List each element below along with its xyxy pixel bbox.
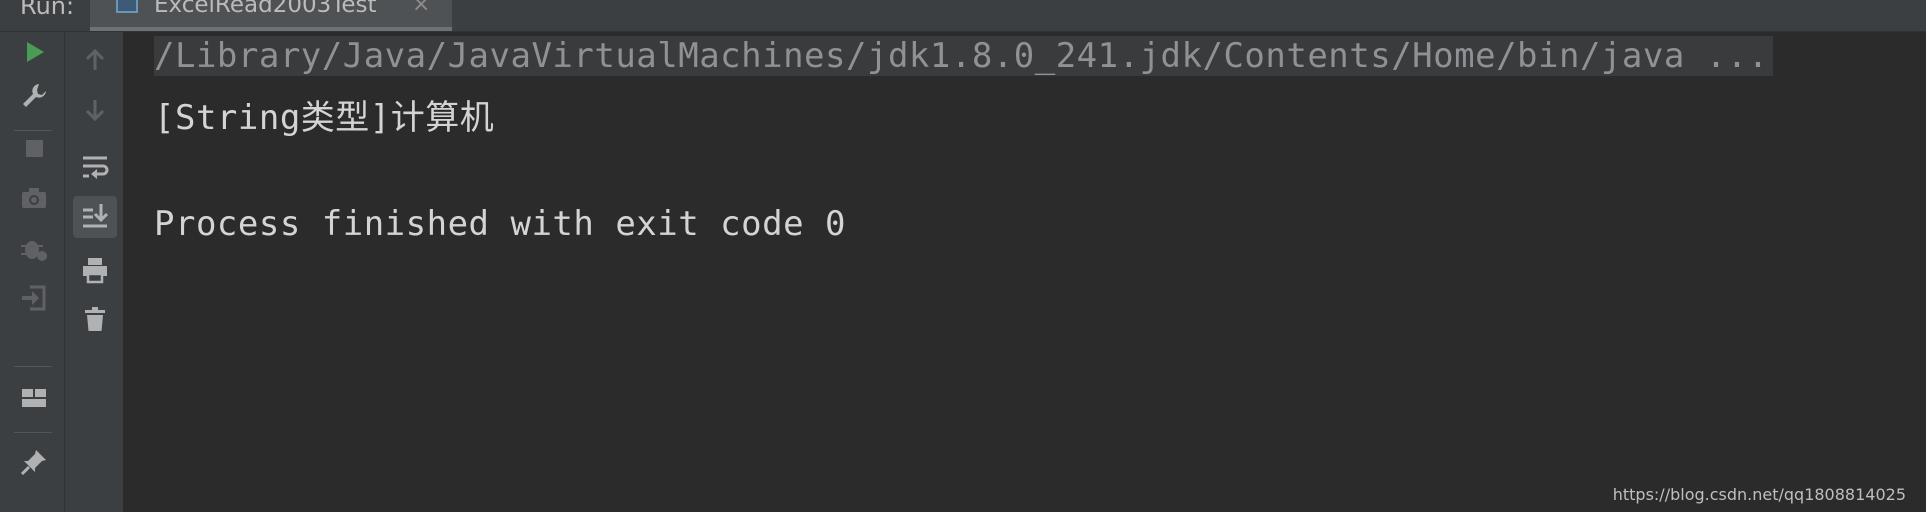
tab-title: ExcelRead2003Test [154,0,377,18]
login-icon[interactable] [18,282,50,314]
watermark: https://blog.csdn.net/qq1808814025 [1612,485,1906,504]
debug-bug-icon[interactable] [18,232,50,264]
wrench-icon[interactable] [18,80,50,112]
run-window: Run: ExcelRead2003Test × /Library/Java/J… [0,0,1926,512]
soft-wrap-icon[interactable] [79,150,111,182]
toolbar-separator [14,432,52,433]
run-toolbar-secondary [65,32,124,512]
layout-icon[interactable] [18,382,50,414]
run-toolbar-primary [0,32,65,512]
output-line: [String类型]计算机 [154,98,495,138]
stop-icon[interactable] [18,132,50,164]
toolbar-separator [14,366,52,367]
pin-icon[interactable] [18,446,50,478]
run-tabbar: Run: ExcelRead2003Test × [0,0,1926,32]
command-line[interactable]: /Library/Java/JavaVirtualMachines/jdk1.8… [154,36,1773,76]
toolbar-separator [14,130,52,131]
tab-excelread2003test[interactable]: ExcelRead2003Test × [90,0,452,31]
tab-underline [90,27,452,31]
close-icon[interactable]: × [412,0,430,17]
run-label: Run: [20,0,75,20]
rerun-icon[interactable] [18,36,50,68]
console-output[interactable]: /Library/Java/JavaVirtualMachines/jdk1.8… [124,32,1926,512]
trash-icon[interactable] [79,304,111,336]
camera-icon[interactable] [18,182,50,214]
exit-status-line: Process finished with exit code 0 [154,204,847,244]
arrow-up-icon[interactable] [79,44,111,76]
console-icon [116,0,138,13]
scroll-to-end-icon[interactable] [79,200,111,232]
print-icon[interactable] [79,254,111,286]
arrow-down-icon[interactable] [79,94,111,126]
